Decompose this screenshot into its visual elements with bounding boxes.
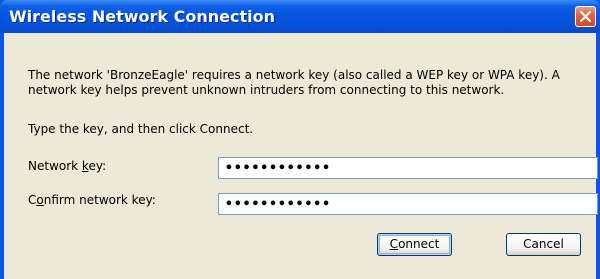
dialog-window: Wireless Network Connection The network … [0, 0, 600, 279]
title-bar[interactable]: Wireless Network Connection [0, 0, 600, 33]
instruction-text: Type the key, and then click Connect. [28, 122, 254, 136]
confirm-key-input[interactable] [218, 193, 598, 215]
connect-button-accel: C [389, 237, 399, 251]
connect-button[interactable]: Connect [377, 233, 452, 256]
confirm-key-label-post: nfirm network key: [43, 193, 156, 207]
close-icon [580, 11, 591, 22]
message-line-1: The network 'BronzeEagle' requires a net… [28, 68, 560, 82]
close-button[interactable] [575, 6, 596, 27]
network-key-label-pre: Network [28, 159, 82, 173]
network-key-label-post: ey: [88, 159, 107, 173]
confirm-key-label: Confirm network key: [28, 193, 156, 207]
network-key-input[interactable] [218, 157, 598, 179]
message-line-2: network key helps prevent unknown intrud… [28, 83, 505, 97]
cancel-button[interactable]: Cancel [506, 233, 581, 256]
network-key-label: Network key: [28, 159, 106, 173]
confirm-key-label-accel: o [36, 193, 44, 207]
window-title: Wireless Network Connection [9, 7, 275, 26]
dialog-body: The network 'BronzeEagle' requires a net… [4, 33, 598, 279]
connect-button-label: onnect [398, 237, 440, 251]
